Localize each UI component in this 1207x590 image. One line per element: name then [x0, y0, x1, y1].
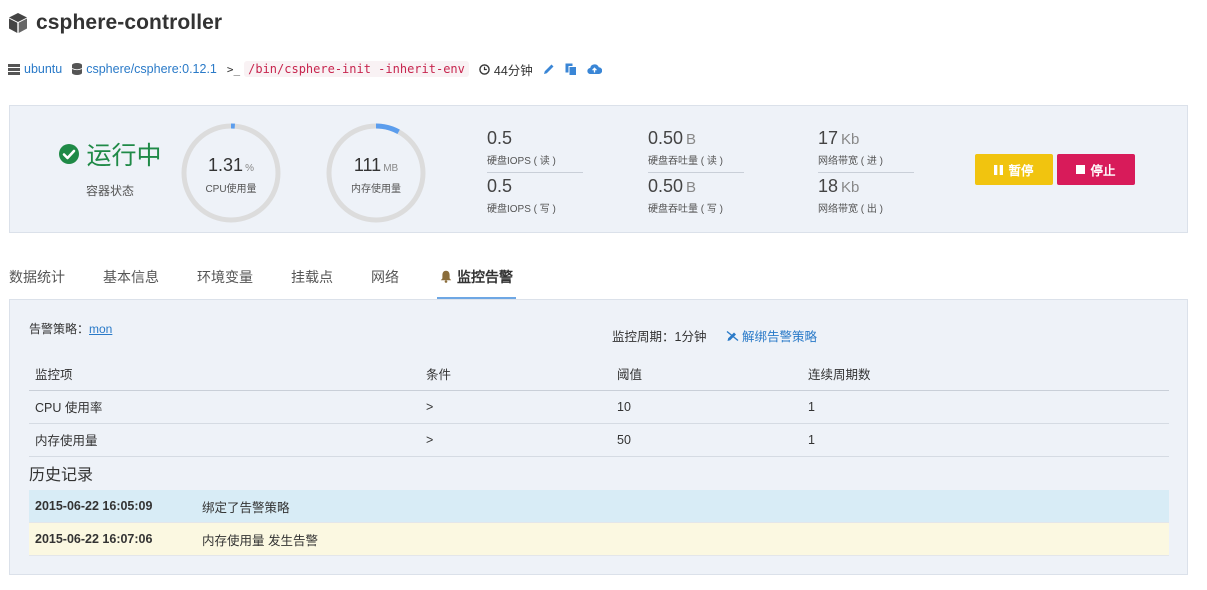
- tab-monitoring-alerts[interactable]: 监控告警: [437, 258, 516, 299]
- bell-icon: [440, 270, 452, 283]
- history-time: 2015-06-22 16:05:09: [35, 499, 153, 513]
- tp-write-value: 0.50: [648, 176, 684, 196]
- tp-read-label: 硬盘吞吐量 ( 读 ): [648, 156, 723, 167]
- stop-label: 停止: [1090, 164, 1116, 178]
- edit-icon[interactable]: [543, 63, 555, 75]
- iops-write-value: 0.5: [487, 176, 513, 196]
- database-icon: [72, 63, 83, 75]
- history-time: 2015-06-22 16:07:06: [35, 532, 153, 546]
- image-link[interactable]: csphere/csphere:0.12.1: [86, 62, 217, 76]
- rule-metric: CPU 使用率: [29, 390, 420, 424]
- net-out-unit: Kb: [841, 179, 860, 196]
- net-out-value: 18: [818, 176, 839, 196]
- status-panel: 运行中 容器状态 1.31% CPU使用量 111 MB 内存使用量 0.5 硬盘…: [9, 105, 1188, 233]
- terminal-icon: >_: [226, 62, 241, 76]
- rule-threshold: 10: [611, 390, 802, 424]
- history-list: 2015-06-22 16:05:09 绑定了告警策略 2015-06-22 1…: [29, 490, 1169, 556]
- uptime: 44分钟: [493, 63, 533, 78]
- table-row: 内存使用量 > 50 1: [29, 423, 1169, 457]
- unlink-icon: [726, 330, 739, 341]
- tab-statistics[interactable]: 数据统计: [9, 258, 65, 299]
- iops-write-label: 硬盘IOPS ( 写 ): [487, 204, 556, 215]
- rule-periods: 1: [802, 390, 1169, 424]
- rule-periods: 1: [802, 423, 1169, 457]
- table-row: CPU 使用率 > 10 1: [29, 390, 1169, 424]
- tab-mounts[interactable]: 挂载点: [291, 258, 333, 299]
- cpu-value: 1.31: [208, 155, 244, 175]
- check-circle-icon: [59, 144, 80, 164]
- tp-read-unit: B: [686, 131, 697, 148]
- tab-bar: 数据统计 基本信息 环境变量 挂载点 网络 监控告警: [9, 258, 554, 299]
- alert-rules-table: 监控项 条件 阈值 连续周期数 CPU 使用率 > 10 1 内存使用量 > 5…: [29, 357, 1169, 457]
- history-desc: 内存使用量 发生告警: [202, 533, 318, 548]
- throughput-write-stat: 0.50 B 硬盘吞吐量 ( 写 ): [648, 176, 744, 215]
- alert-policy: 告警策略：mon: [29, 320, 112, 337]
- host-link[interactable]: ubuntu: [24, 62, 62, 76]
- tp-read-value: 0.50: [648, 128, 684, 148]
- iops-read-label: 硬盘IOPS ( 读 ): [487, 156, 556, 167]
- net-out-stat: 18 Kb 网络带宽 ( 出 ): [818, 176, 914, 215]
- server-icon: [8, 63, 20, 75]
- tab-monitoring-alerts-label: 监控告警: [457, 269, 513, 285]
- tab-network[interactable]: 网络: [371, 258, 399, 299]
- monitor-period: 监控周期：1分钟: [612, 330, 707, 344]
- container-name: csphere-controller: [36, 11, 223, 34]
- mem-unit: MB: [383, 163, 399, 174]
- iops-write-stat: 0.5 硬盘IOPS ( 写 ): [487, 176, 583, 215]
- net-in-stat: 17 Kb 网络带宽 ( 进 ): [818, 128, 914, 173]
- net-in-unit: Kb: [841, 131, 860, 148]
- state-label: 容器状态: [85, 184, 134, 198]
- column-header: 监控项: [29, 357, 420, 391]
- column-header: 阈值: [611, 357, 802, 391]
- rule-metric: 内存使用量: [29, 423, 420, 457]
- policy-link[interactable]: mon: [89, 322, 112, 336]
- stop-icon: [1076, 165, 1086, 174]
- mem-label: 内存使用量: [351, 184, 401, 195]
- net-in-value: 17: [818, 128, 839, 148]
- cpu-unit: %: [245, 163, 254, 174]
- rule-threshold: 50: [611, 423, 802, 457]
- history-row: 2015-06-22 16:05:09 绑定了告警策略: [29, 490, 1169, 523]
- net-in-label: 网络带宽 ( 进 ): [818, 156, 883, 167]
- copy-icon[interactable]: [565, 63, 577, 76]
- tab-basic-info[interactable]: 基本信息: [103, 258, 159, 299]
- cloud-upload-icon[interactable]: [587, 63, 602, 75]
- container-state: 运行中 容器状态: [50, 136, 170, 199]
- tp-write-unit: B: [686, 179, 697, 196]
- history-row: 2015-06-22 16:07:06 内存使用量 发生告警: [29, 523, 1169, 556]
- unbind-policy-link[interactable]: 解绑告警策略: [726, 326, 817, 345]
- iops-read-value: 0.5: [487, 128, 513, 148]
- tp-write-label: 硬盘吞吐量 ( 写 ): [648, 204, 723, 215]
- container-meta: ubuntu csphere/csphere:0.12.1 >_ /bin/cs…: [8, 60, 612, 78]
- column-header: 条件: [420, 357, 611, 391]
- history-title: 历史记录: [29, 467, 94, 484]
- tab-env-vars[interactable]: 环境变量: [197, 258, 253, 299]
- column-header: 连续周期数: [802, 357, 1169, 391]
- pause-label: 暂停: [1008, 164, 1034, 178]
- table-header-row: 监控项 条件 阈值 连续周期数: [29, 357, 1169, 391]
- net-out-label: 网络带宽 ( 出 ): [818, 204, 883, 215]
- pause-button[interactable]: 暂停: [975, 154, 1053, 185]
- cpu-label: CPU使用量: [205, 184, 257, 195]
- alert-panel: 告警策略：mon 监控周期：1分钟 解绑告警策略 监控项 条件 阈值 连续周期数…: [9, 299, 1188, 575]
- policy-label: 告警策略：: [29, 322, 90, 336]
- pause-icon: [994, 164, 1004, 175]
- cube-icon: [9, 13, 27, 33]
- mem-value: 111: [353, 155, 382, 175]
- rule-condition: >: [420, 390, 611, 424]
- rule-condition: >: [420, 423, 611, 457]
- command: /bin/csphere-init -inherit-env: [244, 61, 469, 77]
- cpu-gauge: 1.31% CPU使用量: [180, 122, 282, 224]
- mem-gauge: 111 MB 内存使用量: [325, 122, 427, 224]
- throughput-read-stat: 0.50 B 硬盘吞吐量 ( 读 ): [648, 128, 744, 173]
- clock-icon: [479, 63, 490, 75]
- state-text: 运行中: [86, 142, 162, 170]
- page-title: csphere-controller: [8, 10, 222, 36]
- unbind-label: 解绑告警策略: [742, 330, 818, 344]
- history-desc: 绑定了告警策略: [202, 500, 290, 515]
- iops-read-stat: 0.5 硬盘IOPS ( 读 ): [487, 128, 583, 173]
- stop-button[interactable]: 停止: [1057, 154, 1135, 185]
